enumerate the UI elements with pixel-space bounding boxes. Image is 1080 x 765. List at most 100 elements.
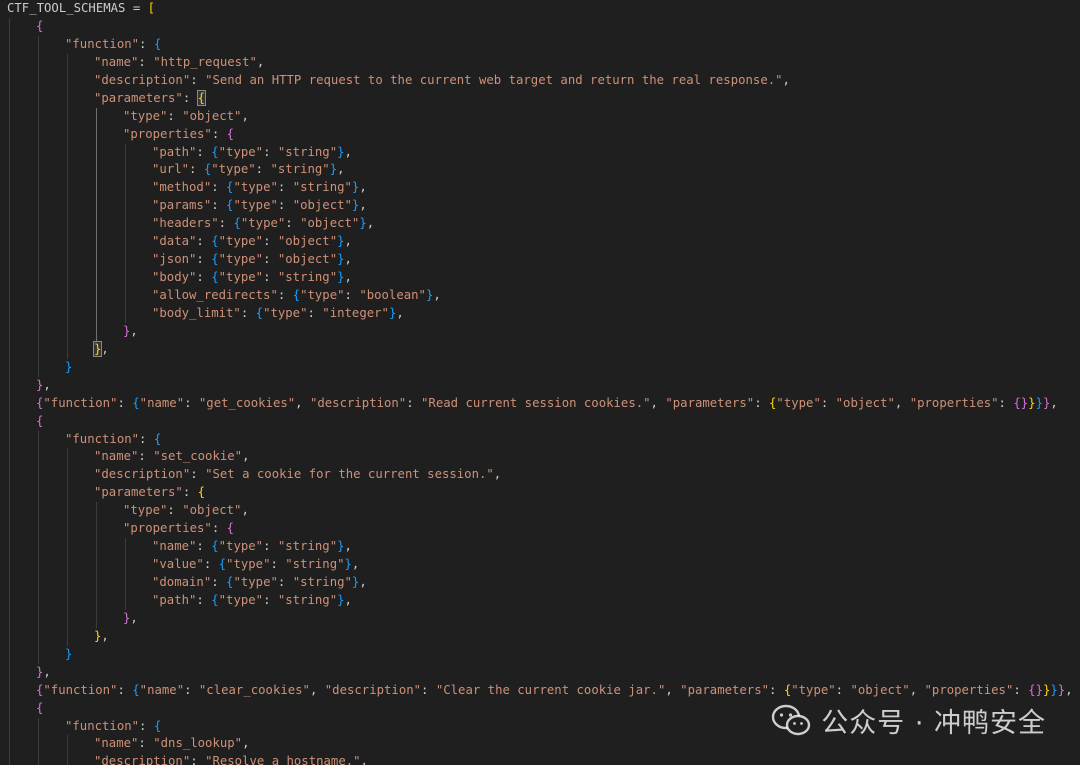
indent-guide (125, 287, 126, 305)
indent-guide (96, 233, 97, 252)
code-token: } (337, 539, 345, 554)
code-line[interactable]: { (0, 17, 1080, 36)
indent-guide (38, 53, 39, 72)
code-line[interactable]: "method": {"type": "string"}, (0, 179, 1080, 198)
code-line[interactable]: "data": {"type": "object"}, (0, 233, 1080, 252)
code-token: : (190, 754, 206, 765)
code-line[interactable]: "name": "http_request", (0, 53, 1080, 72)
code-token: "string" (270, 162, 330, 177)
code-token: "parameters" (94, 485, 183, 500)
code-line[interactable]: "name": {"type": "string"}, (0, 538, 1080, 557)
code-line[interactable]: {"function": {"name": "clear_cookies", "… (0, 681, 1080, 700)
code-line[interactable]: "body": {"type": "string"}, (0, 269, 1080, 287)
code-line[interactable]: "path": {"type": "string"}, (0, 143, 1080, 162)
code-line[interactable]: }, (0, 609, 1080, 628)
code-line[interactable]: CTF_TOOL_SCHEMAS = [ (0, 0, 1080, 18)
code-token: : (277, 575, 293, 589)
code-token: "http_request" (153, 54, 257, 69)
code-token: "object" (182, 108, 242, 123)
code-line[interactable]: "type": "object", (0, 107, 1080, 126)
code-token: "headers" (152, 216, 219, 231)
code-line[interactable]: "parameters": { (0, 89, 1080, 108)
code-line[interactable]: }, (0, 340, 1080, 359)
code-line[interactable]: "parameters": { (0, 484, 1080, 503)
code-line[interactable]: "name": "dns_lookup", (0, 735, 1080, 754)
indent-guide (125, 215, 126, 234)
code-token: : (263, 252, 278, 267)
indent-guide (67, 161, 68, 180)
indent-guide (96, 502, 97, 521)
indent-guide (125, 304, 126, 323)
code-line[interactable]: }, (0, 322, 1080, 341)
code-line[interactable]: "properties": { (0, 520, 1080, 539)
code-token: } (1050, 682, 1058, 697)
indent-guide (9, 538, 10, 557)
code-line[interactable]: "function": { (0, 717, 1080, 736)
indent-guide (9, 251, 10, 270)
code-line[interactable]: "body_limit": {"type": "integer"}, (0, 304, 1080, 323)
code-token: : (138, 449, 154, 464)
indent-guide (38, 609, 39, 628)
code-line[interactable]: } (0, 645, 1080, 664)
code-line[interactable]: {"function": {"name": "get_cookies", "de… (0, 394, 1080, 413)
indent-guide (96, 107, 97, 126)
code-line[interactable]: }, (0, 376, 1080, 395)
code-line[interactable]: "function": { (0, 35, 1080, 54)
code-line[interactable]: "path": {"type": "string"}, (0, 591, 1080, 610)
code-line[interactable]: "description": "Resolve a hostname.", (0, 753, 1080, 765)
indent-guide (9, 125, 10, 144)
code-token: "name" (139, 682, 185, 697)
code-line[interactable]: "type": "object", (0, 502, 1080, 521)
indent-guide (9, 376, 10, 395)
code-token: "params" (152, 198, 212, 213)
code-line[interactable]: "domain": {"type": "string"}, (0, 574, 1080, 592)
code-editor[interactable]: CTF_TOOL_SCHEMAS = [{"function": {"name"… (0, 0, 1080, 765)
code-line[interactable]: "name": "set_cookie", (0, 448, 1080, 467)
indent-guide (96, 179, 97, 198)
code-token: "dns_lookup" (153, 736, 243, 751)
code-token: { (132, 682, 140, 697)
code-token: , (337, 162, 345, 177)
indent-guide (67, 107, 68, 126)
code-token: , (130, 610, 138, 625)
code-token: "Resolve a hostname." (205, 754, 361, 765)
code-token: "function" (65, 36, 140, 51)
code-line[interactable]: "value": {"type": "string"}, (0, 556, 1080, 574)
indent-guide (125, 556, 126, 574)
code-token: "type" (233, 575, 278, 589)
code-line[interactable]: "description": "Send an HTTP request to … (0, 71, 1080, 90)
code-token: , (309, 682, 325, 697)
code-line[interactable]: "description": "Set a cookie for the cur… (0, 466, 1080, 485)
code-line[interactable]: }, (0, 663, 1080, 682)
code-token: "Set a cookie for the current session." (205, 467, 494, 482)
code-line[interactable]: "allow_redirects": {"type": "boolean"}, (0, 287, 1080, 305)
code-token: "type" (263, 305, 308, 320)
code-token: "type" (233, 198, 278, 213)
code-token: "function" (43, 395, 118, 410)
code-line[interactable]: { (0, 412, 1080, 431)
code-token: : (835, 682, 851, 697)
code-token: "boolean" (359, 288, 426, 302)
code-token: "type" (123, 503, 168, 518)
code-token: : (167, 108, 183, 123)
code-line[interactable]: }, (0, 627, 1080, 646)
code-line[interactable]: "json": {"type": "object"}, (0, 251, 1080, 270)
code-token: : (167, 503, 183, 518)
code-line[interactable]: "url": {"type": "string"}, (0, 161, 1080, 180)
indent-guide (9, 520, 10, 539)
indent-guide (38, 340, 39, 359)
indent-guide (96, 287, 97, 305)
code-line[interactable]: "properties": { (0, 125, 1080, 144)
code-token: "type" (218, 234, 264, 249)
code-token: "properties" (123, 521, 212, 536)
code-line[interactable]: } (0, 358, 1080, 377)
code-line[interactable]: "params": {"type": "object"}, (0, 197, 1080, 216)
indent-guide (38, 251, 39, 270)
code-line[interactable]: "function": { (0, 430, 1080, 449)
indent-guide (9, 287, 10, 305)
code-line[interactable]: { (0, 699, 1080, 718)
code-token: "type" (233, 180, 278, 195)
code-token: , (344, 234, 352, 249)
code-line[interactable]: "headers": {"type": "object"}, (0, 215, 1080, 234)
code-token: : (211, 180, 227, 195)
